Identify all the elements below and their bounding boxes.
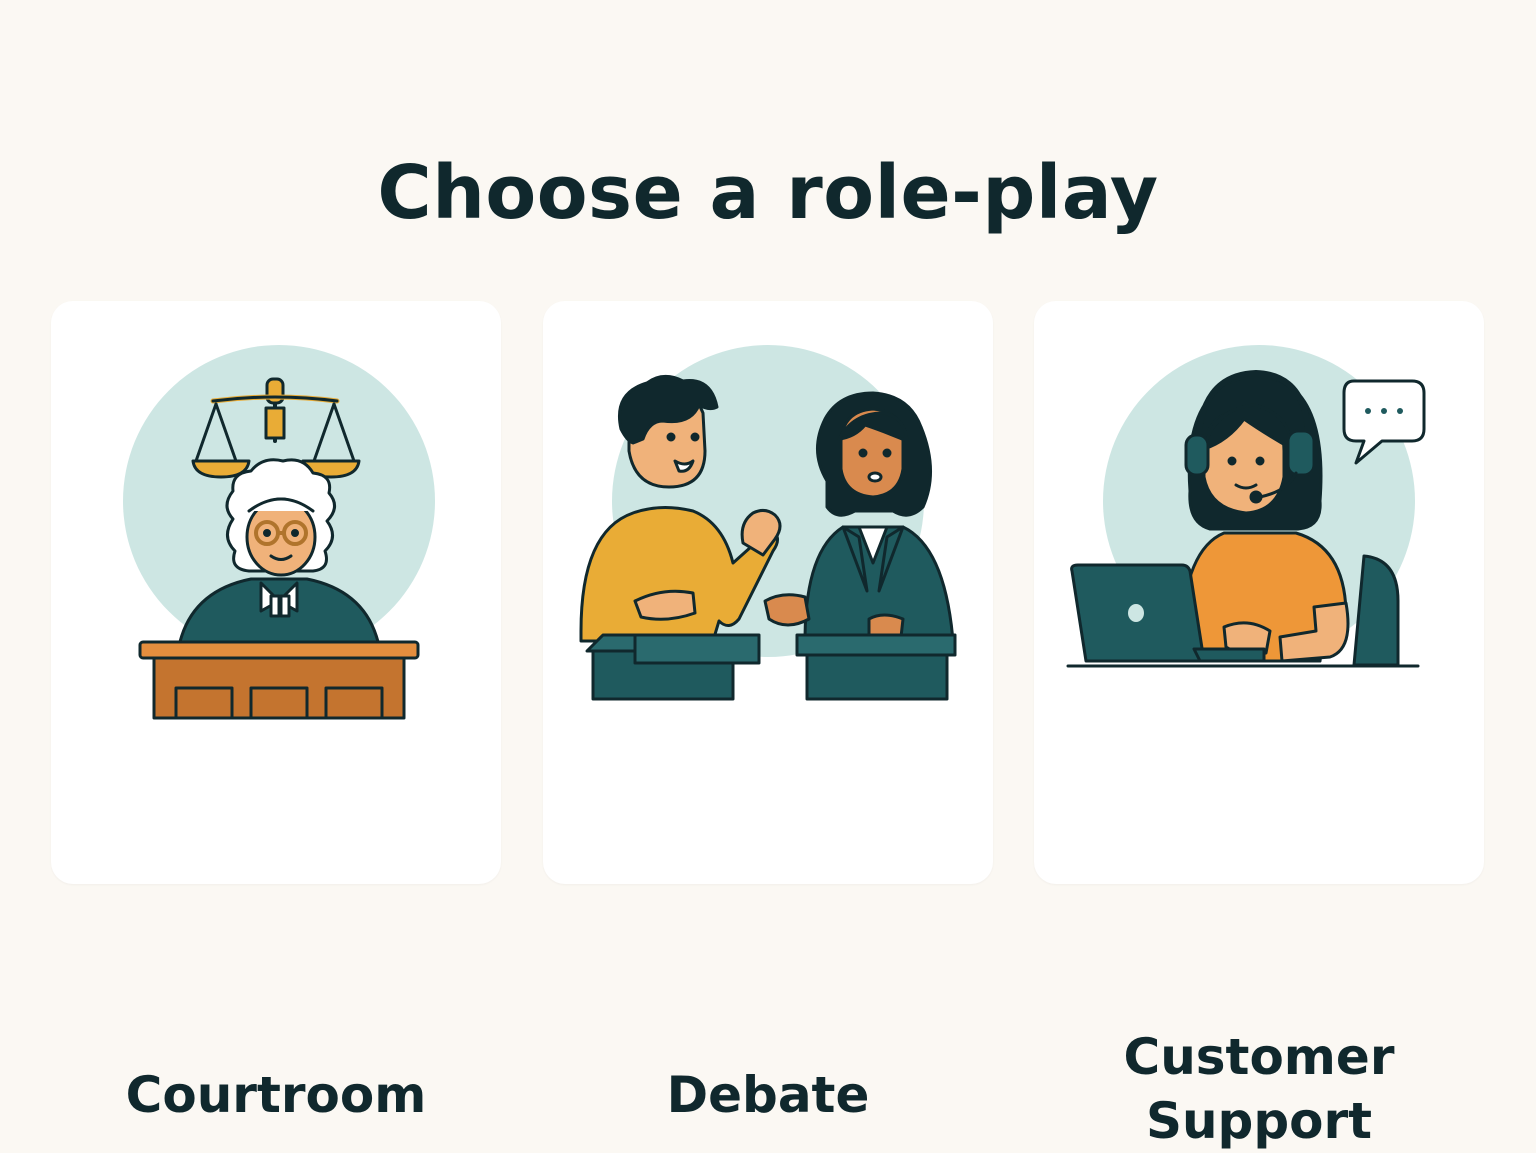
role-card-customer-support[interactable]: Customer Support bbox=[1034, 301, 1484, 1150]
card-label-line: Customer bbox=[1123, 1028, 1395, 1086]
page-title: Choose a role-play bbox=[377, 150, 1159, 236]
role-card-debate[interactable]: Debate bbox=[543, 301, 993, 1124]
debaters-icon bbox=[579, 345, 957, 701]
card-label-line: Support bbox=[1145, 1092, 1373, 1150]
card-label-debate: Debate bbox=[666, 1066, 870, 1124]
judge-icon bbox=[123, 345, 435, 720]
support-agent-icon bbox=[1066, 345, 1426, 668]
card-label-customer-support: Customer Support bbox=[1034, 1025, 1484, 1153]
card-label-courtroom: Courtroom bbox=[125, 1066, 427, 1124]
role-card-courtroom[interactable]: Courtroom bbox=[51, 301, 501, 1124]
